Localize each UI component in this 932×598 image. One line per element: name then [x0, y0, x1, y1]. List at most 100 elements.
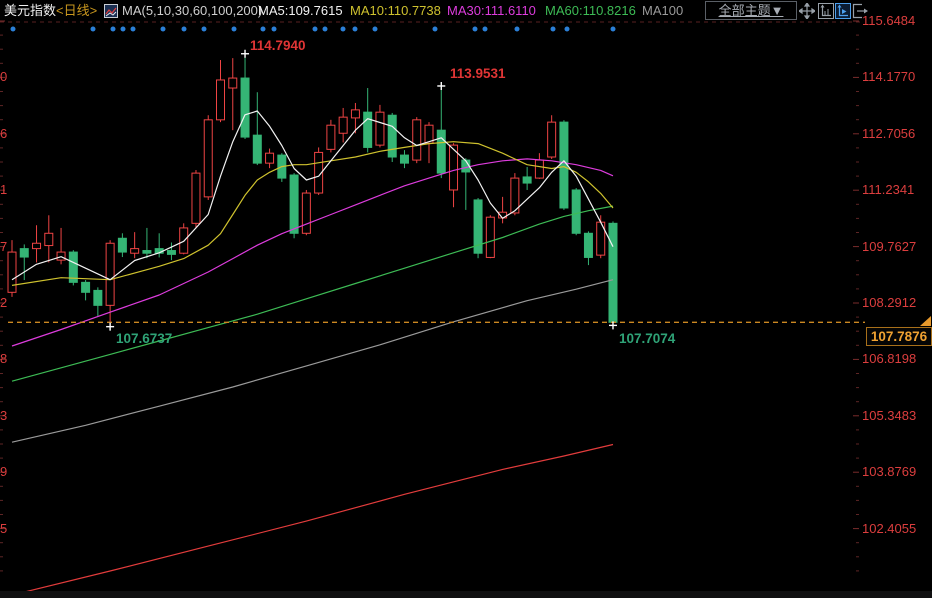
- left-axis-digit: 2: [0, 296, 7, 310]
- event-dot: [551, 27, 556, 32]
- candle-down: [118, 238, 126, 252]
- extreme-markers: [106, 50, 617, 331]
- event-dot: [111, 27, 116, 32]
- candle-down: [167, 251, 175, 255]
- candle-up: [131, 249, 139, 254]
- candle-up: [45, 233, 53, 245]
- event-dot: [473, 27, 478, 32]
- candle-down: [20, 249, 28, 257]
- event-dot: [91, 27, 96, 32]
- ma10-value: MA10:110.7738: [350, 3, 441, 19]
- y-axis-label: 103.8769: [862, 465, 916, 479]
- candle-up: [413, 120, 421, 160]
- ma-line-MA10: [12, 142, 613, 286]
- candle-up: [33, 243, 41, 248]
- event-dot: [341, 27, 346, 32]
- candle-up: [535, 160, 543, 178]
- ma100-value: MA100: [642, 3, 683, 19]
- candle-down: [82, 282, 90, 292]
- y-axis-label: 115.6484: [862, 14, 915, 28]
- y-axis-label: 112.7056: [862, 127, 915, 141]
- candle-up: [192, 173, 200, 223]
- left-axis-digit: 8: [0, 352, 7, 366]
- candle-up: [229, 78, 237, 88]
- high-price-annotation: 114.7940: [250, 38, 306, 53]
- candle-down: [94, 290, 102, 305]
- candle-down: [253, 135, 261, 163]
- candle-up: [266, 153, 274, 163]
- chart-window: 美元指数<日线> MA(5,10,30,60,100,200) MA5:109.…: [0, 0, 932, 598]
- low-price-annotation: 107.6737: [116, 331, 172, 346]
- event-dot: [433, 27, 438, 32]
- candle-up: [8, 252, 16, 292]
- candle-up: [486, 217, 494, 257]
- left-axis-digit: 5: [0, 522, 7, 536]
- candle-down: [290, 175, 298, 233]
- y-axis-label: 102.4055: [862, 522, 916, 536]
- ma30-value: MA30:111.6110: [447, 3, 536, 19]
- candle-down: [241, 78, 249, 137]
- candle-up: [204, 120, 212, 197]
- low-price-annotation: 107.7074: [619, 331, 675, 346]
- chart-canvas[interactable]: [0, 0, 932, 598]
- event-dot: [202, 27, 207, 32]
- candle-up: [548, 122, 556, 157]
- left-axis-digit: 3: [0, 409, 7, 423]
- y-axis-label: 114.1770: [862, 70, 915, 84]
- left-axis-digit: 7: [0, 240, 7, 254]
- y-axis-label: 105.3483: [862, 409, 916, 423]
- event-dot: [483, 27, 488, 32]
- axis-scale-active-icon[interactable]: [835, 3, 851, 19]
- candle-down: [364, 112, 372, 147]
- all-themes-dropdown[interactable]: 全部主题▼: [705, 1, 797, 20]
- ma-line-MA200: [12, 445, 613, 596]
- left-axis-digit: 6: [0, 127, 7, 141]
- event-dot: [611, 27, 616, 32]
- event-dot: [272, 27, 277, 32]
- candle-up: [351, 110, 359, 118]
- candle-down: [572, 190, 580, 233]
- candle-up: [57, 252, 65, 260]
- bottom-strip: [0, 591, 932, 598]
- event-dots: [11, 27, 616, 32]
- event-dot: [373, 27, 378, 32]
- axis-scale-icon[interactable]: [818, 3, 834, 19]
- candle-up: [302, 193, 310, 233]
- event-dot: [11, 27, 16, 32]
- y-axis-label: 109.7627: [862, 240, 916, 254]
- current-price-tag: 107.7876: [866, 327, 932, 346]
- event-dot: [182, 27, 187, 32]
- y-axis-label: 111.2341: [862, 183, 914, 197]
- candle-down: [584, 233, 592, 257]
- period-label: <日线>: [56, 3, 97, 18]
- event-dot: [313, 27, 318, 32]
- event-dot: [121, 27, 126, 32]
- move-icon[interactable]: [799, 3, 815, 19]
- candle-down: [437, 130, 445, 173]
- left-axis-digit: 9: [0, 465, 7, 479]
- mini-chart-icon: [104, 4, 118, 18]
- candle-down: [523, 177, 531, 183]
- y-axis-label: 106.8198: [862, 352, 916, 366]
- event-dot: [515, 27, 520, 32]
- price-arrow-icon: [920, 316, 931, 326]
- candle-down: [143, 251, 151, 254]
- candle-up: [217, 80, 225, 120]
- event-dot: [323, 27, 328, 32]
- symbol-title: 美元指数<日线>: [4, 3, 97, 19]
- candle-down: [609, 223, 617, 322]
- candle-up: [339, 117, 347, 133]
- candles-layer: [8, 54, 617, 327]
- left-axis-digit: 0: [0, 70, 7, 84]
- left-axis-digit: 1: [0, 183, 7, 197]
- candle-up: [376, 112, 384, 145]
- ma-line-MA30: [12, 159, 613, 346]
- candle-down: [388, 115, 396, 157]
- ma60-value: MA60:110.8216: [545, 3, 636, 19]
- symbol-name: 美元指数: [4, 3, 56, 18]
- high-price-annotation: 113.9531: [450, 66, 506, 81]
- event-dot: [261, 27, 266, 32]
- ma-settings-label: MA(5,10,30,60,100,200): [122, 3, 262, 19]
- event-dot: [161, 27, 166, 32]
- event-dot: [565, 27, 570, 32]
